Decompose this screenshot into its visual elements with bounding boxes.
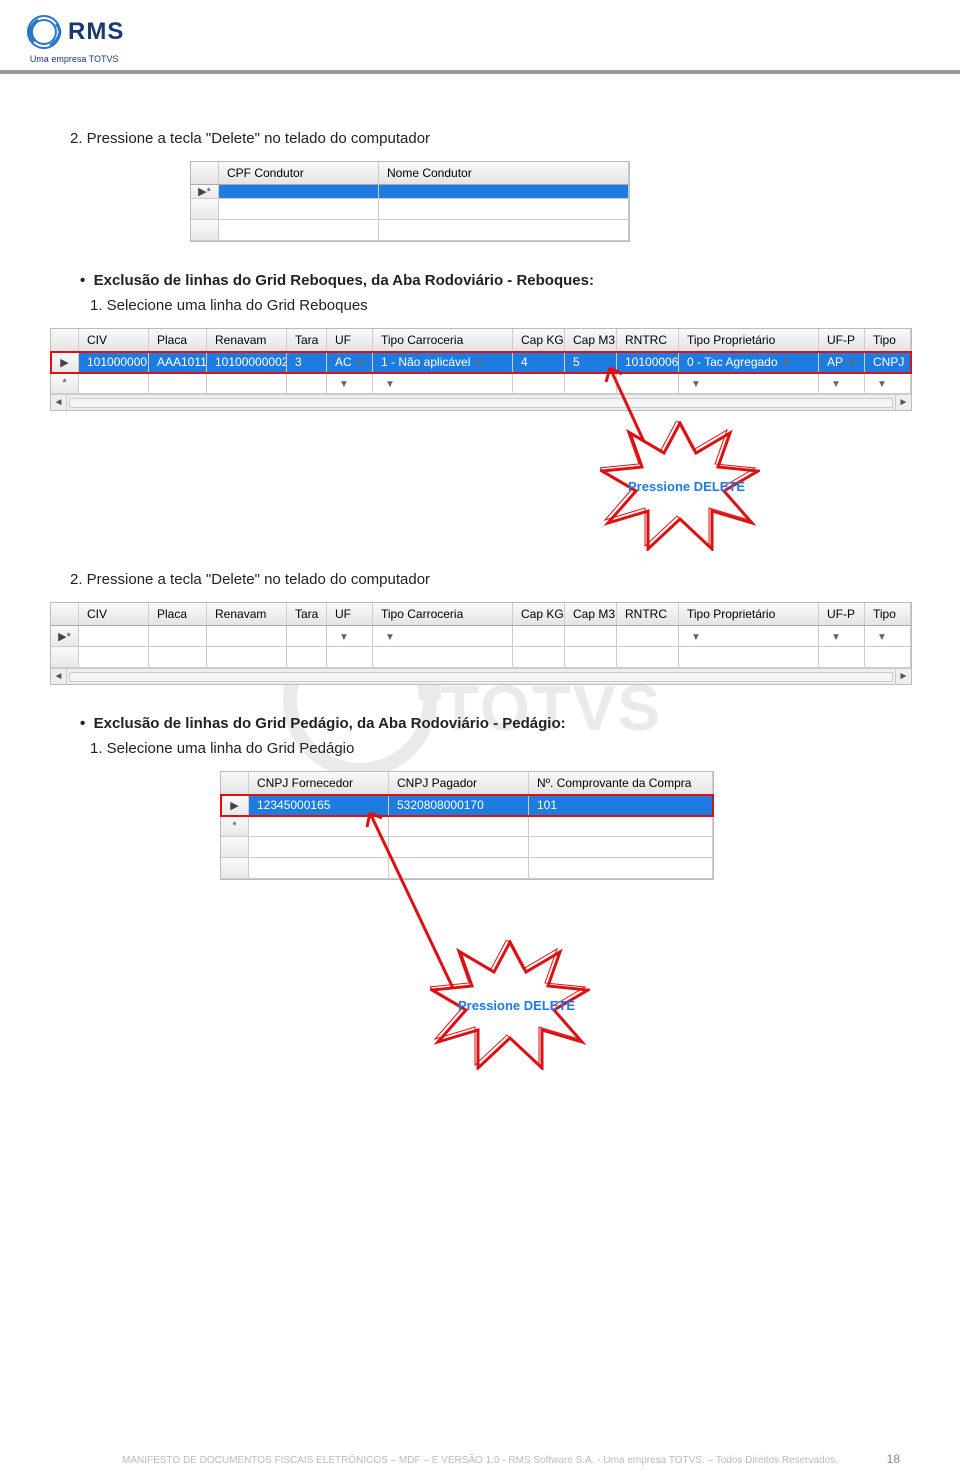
chevron-down-icon[interactable]: ▼: [778, 358, 792, 369]
page-header: RMS Uma empresa TOTVS: [0, 0, 960, 74]
col-cnpj-pagador[interactable]: CNPJ Pagador: [389, 772, 529, 794]
chevron-down-icon[interactable]: ▼: [335, 379, 349, 390]
scroll-right-icon[interactable]: ►: [895, 669, 911, 685]
scroll-right-icon[interactable]: ►: [895, 395, 911, 411]
step-2b: 2. Pressione a tecla "Delete" no telado …: [88, 571, 890, 588]
logo-subtext: Uma empresa TOTVS: [30, 54, 119, 64]
grid-reboques-filled[interactable]: CIV Placa Renavam Tara UF Tipo Carroceri…: [50, 328, 890, 411]
grid-reboques-empty[interactable]: CIV Placa Renavam Tara UF Tipo Carroceri…: [50, 602, 890, 685]
row-marker-icon: ▶*: [191, 185, 219, 198]
col-uf[interactable]: UF: [327, 329, 373, 351]
chevron-down-icon[interactable]: ▼: [843, 358, 857, 369]
col-comprovante[interactable]: Nº. Comprovante da Compra: [529, 772, 713, 794]
col-tara[interactable]: Tara: [287, 603, 327, 625]
chevron-down-icon[interactable]: ▼: [470, 358, 484, 369]
step-1b: 1. Selecione uma linha do Grid Reboques: [108, 297, 890, 314]
col-rntrc[interactable]: RNTRC: [617, 603, 679, 625]
chevron-down-icon[interactable]: ▼: [687, 632, 701, 643]
col-civ[interactable]: CIV: [79, 329, 149, 351]
col-cpf-condutor[interactable]: CPF Condutor: [219, 162, 379, 184]
callout-pressione-delete: Pressione DELETE: [600, 421, 760, 551]
rms-swirl-icon: [24, 12, 64, 52]
scroll-left-icon[interactable]: ◄: [51, 669, 67, 685]
chevron-down-icon[interactable]: ▼: [904, 358, 911, 369]
col-renavam[interactable]: Renavam: [207, 603, 287, 625]
chevron-down-icon[interactable]: ▼: [381, 632, 395, 643]
table-row: [51, 647, 911, 668]
col-tipo[interactable]: Tipo: [865, 329, 911, 351]
table-row[interactable]: ▶* ▼ ▼ ▼ ▼ ▼: [51, 626, 911, 647]
page-number: 18: [887, 1452, 900, 1466]
col-ufp[interactable]: UF-P: [819, 329, 865, 351]
col-tara[interactable]: Tara: [287, 329, 327, 351]
table-row[interactable]: ▶ 1010000001 AAA1011 10100000002 3 AC▼ 1…: [51, 352, 911, 373]
col-capkg[interactable]: Cap KG: [513, 603, 565, 625]
col-capm3[interactable]: Cap M3: [565, 603, 617, 625]
chevron-down-icon[interactable]: ▼: [873, 379, 887, 390]
col-placa[interactable]: Placa: [149, 603, 207, 625]
logo: RMS Uma empresa TOTVS: [24, 12, 124, 64]
col-proprietario[interactable]: Tipo Proprietário: [679, 603, 819, 625]
col-civ[interactable]: CIV: [79, 603, 149, 625]
step-2a: 2. Pressione a tecla "Delete" no telado …: [88, 130, 890, 147]
callout-pressione-delete: Pressione DELETE: [430, 940, 590, 1070]
col-placa[interactable]: Placa: [149, 329, 207, 351]
col-tipo[interactable]: Tipo: [865, 603, 911, 625]
callout-label: Pressione DELETE: [458, 998, 575, 1013]
col-cnpj-fornecedor[interactable]: CNPJ Fornecedor: [249, 772, 389, 794]
heading-exclusao-reboques: Exclusão de linhas do Grid Reboques, da …: [98, 272, 890, 289]
horizontal-scrollbar[interactable]: ◄ ►: [51, 394, 911, 410]
row-marker-icon: ▶: [51, 352, 79, 372]
footer-text: MANIFESTO DE DOCUMENTOS FISCAIS ELETRÔNI…: [0, 1455, 960, 1466]
scroll-left-icon[interactable]: ◄: [51, 395, 67, 411]
chevron-down-icon[interactable]: ▼: [827, 632, 841, 643]
table-row: [191, 220, 629, 241]
logo-text: RMS: [68, 18, 124, 46]
horizontal-scrollbar[interactable]: ◄ ►: [51, 668, 911, 684]
heading-exclusao-pedagio: Exclusão de linhas do Grid Pedágio, da A…: [98, 715, 890, 732]
grid-pedagio[interactable]: CNPJ Fornecedor CNPJ Pagador Nº. Comprov…: [220, 771, 890, 880]
chevron-down-icon[interactable]: ▼: [873, 632, 887, 643]
callout-label: Pressione DELETE: [628, 479, 745, 494]
col-nome-condutor[interactable]: Nome Condutor: [379, 162, 629, 184]
chevron-down-icon[interactable]: ▼: [335, 632, 349, 643]
col-renavam[interactable]: Renavam: [207, 329, 287, 351]
grid-condutor[interactable]: CPF Condutor Nome Condutor ▶*: [190, 161, 890, 242]
col-ufp[interactable]: UF-P: [819, 603, 865, 625]
col-carroceria[interactable]: Tipo Carroceria: [373, 603, 513, 625]
table-row[interactable]: ▶*: [191, 185, 629, 199]
table-row: [191, 199, 629, 220]
col-carroceria[interactable]: Tipo Carroceria: [373, 329, 513, 351]
chevron-down-icon[interactable]: ▼: [827, 379, 841, 390]
step-1c: 1. Selecione uma linha do Grid Pedágio: [108, 740, 890, 757]
col-capkg[interactable]: Cap KG: [513, 329, 565, 351]
table-row[interactable]: * ▼ ▼ ▼ ▼ ▼: [51, 373, 911, 394]
row-marker-icon: ▶: [221, 795, 249, 815]
chevron-down-icon[interactable]: ▼: [381, 379, 395, 390]
chevron-down-icon[interactable]: ▼: [352, 358, 366, 369]
col-uf[interactable]: UF: [327, 603, 373, 625]
